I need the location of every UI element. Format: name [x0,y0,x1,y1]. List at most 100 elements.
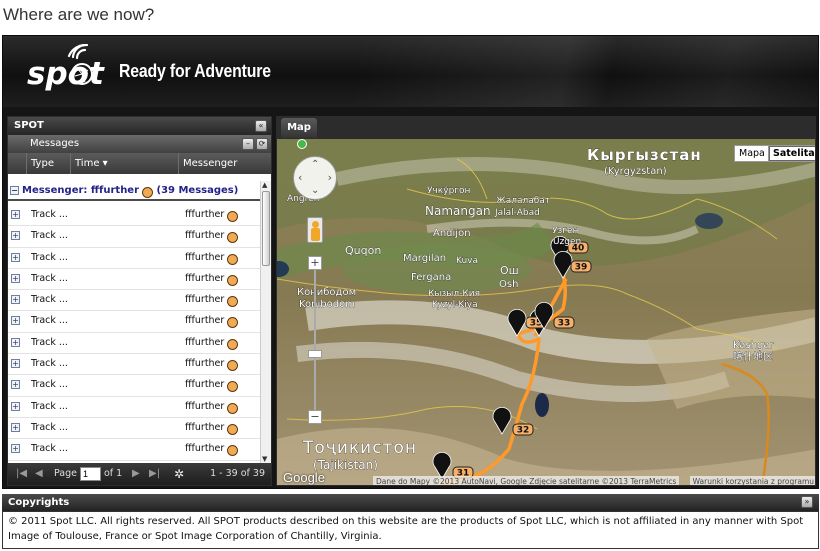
page-heading: Where are we now? [3,5,155,24]
list-scrollbar[interactable]: ▲ ▼ [260,181,271,463]
expand-icon[interactable]: + [11,444,20,454]
messenger-color-dot [227,274,239,286]
expand-icon[interactable]: + [11,380,20,390]
svg-text:Узген: Узген [552,226,579,236]
copyright-text: © 2011 Spot LLC. All rights reserved. Al… [2,511,819,549]
svg-text:Fergana: Fergana [411,272,451,283]
label-kyrgyzstan: Кыргызстан [587,146,702,164]
expand-icon[interactable]: + [11,273,20,283]
map-panel: Map 40 39 35 33 32 31 Кыргызстан (Kyrgyz… [276,116,816,486]
map-type-satellite-button[interactable]: Satelita [768,145,815,162]
pan-left-icon[interactable]: ‹ [298,171,302,184]
pan-control[interactable]: ⌃ ‹ › ⌄ [293,156,337,200]
copyrights-bar: Copyrights [2,494,819,511]
svg-text:Namangan: Namangan [425,204,491,218]
page-range-label: 1 - 39 of 39 [210,468,265,479]
table-row[interactable]: + Track ... fffurther [8,311,260,333]
minimize-messages-button[interactable]: – [242,138,254,150]
table-row[interactable]: + Track ... fffurther [8,354,260,376]
zoom-slider[interactable] [314,270,316,412]
messenger-group-row[interactable]: − Messenger: fffurther (39 Messages) [8,181,260,201]
messenger-color-dot [227,296,239,308]
first-page-icon[interactable]: |◀ [16,463,27,485]
svg-text:Jalal-Abad: Jalal-Abad [494,208,540,218]
table-row[interactable]: + Track ... fffurther [8,375,260,397]
expand-icon[interactable]: + [11,231,20,241]
scroll-up-icon[interactable]: ▲ [262,181,267,189]
refresh-icon[interactable]: ✲ [174,463,184,485]
expand-icon[interactable]: + [11,337,20,347]
last-page-icon[interactable]: ▶| [149,463,160,485]
message-list: + Track ... fffurther + Track ... fffurther … [8,205,260,463]
expand-icon[interactable]: + [11,252,20,262]
messenger-color-dot [142,186,154,198]
map-terms-link[interactable]: Warunki korzystania z programu [689,476,815,485]
messenger-color-dot [227,445,239,457]
collapse-copyrights-button[interactable]: » [801,496,813,508]
table-row[interactable]: + Track ... fffurther [8,290,260,312]
prev-page-icon[interactable]: ◀ [35,463,43,485]
collapse-group-icon[interactable]: − [10,186,19,195]
page-label: Page [54,468,77,479]
map-attribution: Dane do Mapy ©2013 AutoNavi, Google Zdję… [373,476,680,485]
messenger-color-dot [227,381,239,393]
label-tajikistan: Тоҷикистон [302,438,417,458]
pan-right-icon[interactable]: › [328,171,332,184]
column-time[interactable]: Time ▾ [70,153,178,174]
map-view[interactable]: 40 39 35 33 32 31 Кыргызстан (Kyrgyzstan… [277,139,815,485]
tagline: Ready for Adventure [119,61,271,81]
messenger-color-dot [227,253,239,265]
svg-text:Uzgen: Uzgen [553,237,581,247]
messenger-color-dot [227,402,239,414]
table-row[interactable]: + Track ... fffurther [8,248,260,269]
svg-text:Kyzyl-Kiya: Kyzyl-Kiya [432,300,478,310]
column-messenger[interactable]: Messenger [178,153,271,174]
collapse-panel-button[interactable]: « [255,120,267,132]
pan-down-icon[interactable]: ⌄ [311,185,319,196]
spot-logo: spot [27,44,105,92]
svg-text:Kashgar: Kashgar [733,340,775,351]
expand-icon[interactable]: + [11,422,20,432]
page-number-input[interactable] [80,467,101,481]
scroll-thumb[interactable] [262,191,270,266]
svg-text:32: 32 [517,426,530,436]
svg-text:39: 39 [575,263,588,273]
expand-icon[interactable]: + [11,359,20,369]
messenger-color-dot [227,338,239,350]
pegman-icon[interactable] [307,217,323,243]
pan-up-icon[interactable]: ⌃ [311,159,319,170]
svg-text:Osh: Osh [499,279,518,290]
map-type-map-button[interactable]: Mapa [734,145,770,162]
table-row[interactable]: + Track ... fffurther [8,205,260,227]
expand-icon[interactable]: + [11,210,20,219]
street-view-icon [297,139,307,149]
tab-map[interactable]: Map [281,118,317,138]
messenger-color-dot [227,317,239,329]
messenger-color-dot [227,211,239,222]
svg-text:Konibodom: Konibodom [299,299,355,310]
pagination-bar: |◀ ◀ Page of 1 ▶ ▶| ✲ 1 - 39 of 39 [8,463,271,485]
logo-text: spot [27,56,105,92]
table-row[interactable]: + Track ... fffurther [8,333,260,355]
svg-text:Кызыл-Кия: Кызыл-Кия [428,289,480,299]
expand-icon[interactable]: + [11,316,20,326]
column-header: Type Time ▾ Messenger [8,153,271,174]
column-type[interactable]: Type [26,153,70,174]
refresh-messages-button[interactable]: ⟳ [256,138,268,150]
zoom-in-button[interactable]: + [308,256,322,270]
expand-icon[interactable]: + [11,295,20,305]
zoom-out-button[interactable]: − [308,410,322,424]
table-row[interactable]: + Track ... fffurther [8,418,260,440]
expand-icon[interactable]: + [11,401,20,411]
table-row[interactable]: + Track ... fffurther [8,397,260,418]
google-logo: Google [283,470,325,485]
table-row[interactable]: + Track ... fffurther [8,226,260,248]
scroll-down-icon[interactable]: ▼ [262,455,267,463]
zoom-handle[interactable] [308,350,322,358]
next-page-icon[interactable]: ▶ [132,463,140,485]
sort-desc-icon: ▾ [102,158,108,169]
page-total-label: of 1 [104,468,123,479]
satellite-map: 40 39 35 33 32 31 Кыргызстан (Kyrgyzstan… [277,139,815,485]
table-row[interactable]: + Track ... fffurther [8,439,260,461]
table-row[interactable]: + Track ... fffurther [8,269,260,291]
